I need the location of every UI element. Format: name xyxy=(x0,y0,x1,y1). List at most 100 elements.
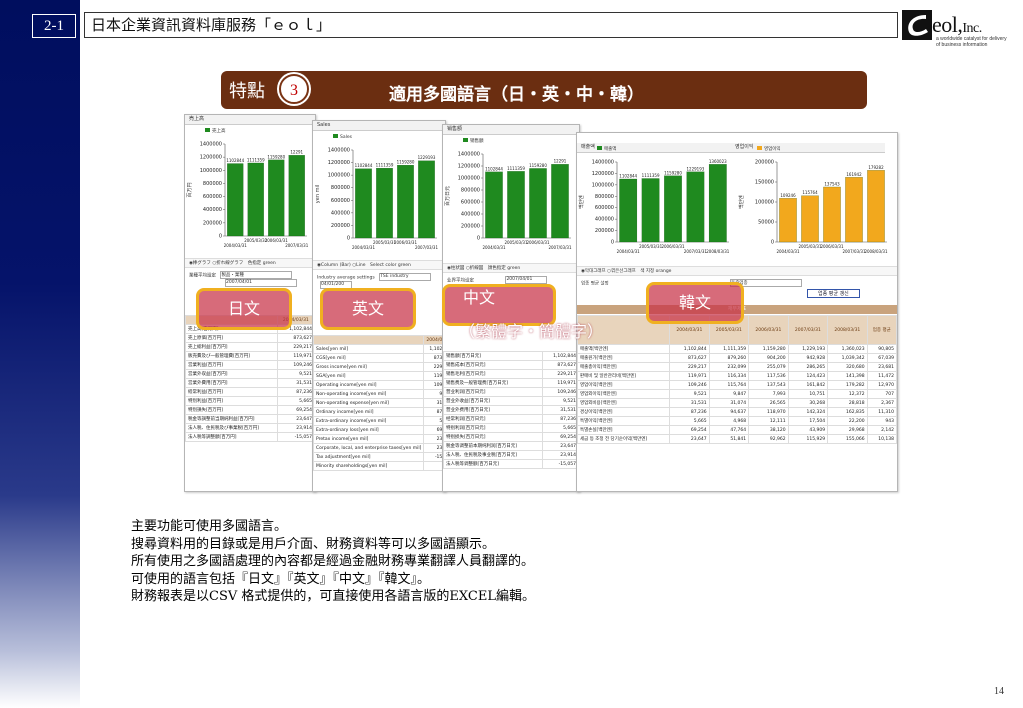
row-label: CGS[yen mil] xyxy=(313,353,425,363)
table-row: Corporate, local, and enterprise taxes[y… xyxy=(313,443,445,453)
y-tick-label: 1000000 xyxy=(328,173,350,179)
row-label: Non-operating expense[yen mil] xyxy=(313,398,425,408)
legend-swatch xyxy=(757,146,762,150)
table-row: 法人税、住民税及事业税[百万日元] 23,914 xyxy=(443,450,579,460)
cell-value: 873,627 xyxy=(669,353,710,363)
row-label: 经常利润[百万日元] xyxy=(443,414,543,424)
feature-number: 3 xyxy=(279,74,309,104)
table-row: Operating income[yen mil]109,246 xyxy=(313,380,445,390)
y-tick-label: 1200000 xyxy=(328,160,350,166)
y-tick-label: 800000 xyxy=(595,194,614,200)
cell-value: 109,246 xyxy=(276,360,315,370)
table-row: 매출원가[백만엔] 873,627 879,260 904,200 942,928 1,0… xyxy=(577,353,897,363)
table-row: 매출총이익[백만엔] 229,217 232,099 255,079 286,265 32… xyxy=(577,362,897,372)
update-average-button[interactable]: 업종 평균 갱신 xyxy=(807,289,860,298)
table-row: 매출액[백만엔] 1,102,844 1,111,359 1,159,280 1,229… xyxy=(577,344,897,354)
bar xyxy=(418,160,435,239)
y-tick-label: 800000 xyxy=(461,188,480,194)
y-tick-label: 200000 xyxy=(461,224,480,230)
y-tick-label: 1200000 xyxy=(458,164,480,170)
cell-value: 255,079 xyxy=(748,362,789,372)
cell-value: 23,914 xyxy=(541,450,579,460)
bar-chart-korean-operating: 영업이익백만엔 0 50000 100000 150000 200000 109246 200… xyxy=(738,145,888,254)
y-tick-label: 1200000 xyxy=(592,171,614,177)
cell-value: 137,543 xyxy=(748,380,789,390)
row-label: 法人税、住民税及び事業税[百万円] xyxy=(185,423,278,433)
row-label: 销售费及一般管理费[百万日元] xyxy=(443,378,543,388)
legend-swatch xyxy=(597,146,602,150)
row-label: 法人税、住民税及事业税[百万日元] xyxy=(443,450,543,460)
cell-value: 9,521 xyxy=(669,389,710,399)
row-label: 营业利润[百万日元] xyxy=(443,387,543,397)
header-title: 日本企業資訊資料庫服務「ｅｏｌ」 xyxy=(84,12,898,38)
legend-swatch xyxy=(463,138,468,142)
chart-controls[interactable]: ◉Column (Bar) ○Line Select color green xyxy=(313,260,445,270)
table-row: 税金等調整前当期純利益[百万円] 23,647 xyxy=(185,414,315,424)
cell-value: 5,665 xyxy=(276,396,315,406)
bar xyxy=(247,162,264,237)
row-label: 税金等調整前当期純利益[百万円] xyxy=(185,414,278,424)
x-tick-label: 2007/03/31 xyxy=(684,249,708,254)
y-axis-label: 백만엔 xyxy=(738,195,745,209)
cell-value: 23,647 xyxy=(541,441,579,451)
cell-value: 31,531 xyxy=(669,398,710,408)
y-tick-label: 200000 xyxy=(331,223,350,229)
cell-value: 4,968 xyxy=(708,416,750,426)
table-row: 売上原価[百万円] 873,627 xyxy=(185,333,315,343)
table-row: 営業外収益[百万円] 9,521 xyxy=(185,369,315,379)
bar xyxy=(867,170,885,243)
bar xyxy=(376,168,393,239)
cell-value: 31,531 xyxy=(541,405,579,415)
cell-value: 87,236 xyxy=(276,387,315,397)
cell-value: 2,367 xyxy=(866,398,897,408)
industry-select[interactable]: 製品・業種 xyxy=(220,271,293,279)
company-logo: eol,Inc. a worldwide catalyst for delive… xyxy=(902,8,1012,48)
x-tick-label: 2005/03/31 xyxy=(373,240,397,245)
chart-controls[interactable]: ◉柱状図 ○折線図 顔色指定 green xyxy=(443,263,579,273)
cell-value: 119,971 xyxy=(541,378,579,388)
legend-label: 売上高 xyxy=(212,127,226,134)
cell-value: 1,102,844 xyxy=(541,351,579,361)
description-line: 搜尋資料用的目錄或是用戶介面、財務資料等可以多國語顯示。 xyxy=(131,536,496,552)
cell-value: 11,310 xyxy=(866,407,897,417)
table-row: 경상이익[백만엔] 87,236 94,637 118,970 142,324 162,8… xyxy=(577,407,897,417)
cell-value: 1,102,844 xyxy=(669,344,710,354)
y-tick-label: 800000 xyxy=(331,185,350,191)
table-row: 특별이익[백만엔] 5,665 4,968 12,111 17,504 22,200 943 xyxy=(577,416,897,426)
table-row: 销售成本[百万日元] 873,627 xyxy=(443,360,579,370)
y-tick-label: 1400000 xyxy=(592,160,614,166)
cell-value: 94,637 xyxy=(708,407,750,417)
date-field[interactable]: 2007/04/01 xyxy=(225,279,297,287)
legend-swatch xyxy=(205,128,210,132)
cell-value: 87,236 xyxy=(541,414,579,424)
table-row: 销售毛利[百万日元] 229,217 xyxy=(443,369,579,379)
industry-select[interactable]: TSE industry xyxy=(379,273,432,281)
table-row: 法人税等调整额[百万日元] -15,057 xyxy=(443,459,579,469)
row-label: 영업외이익[백만엔] xyxy=(577,389,671,399)
row-label: 法人税等调整额[百万日元] xyxy=(443,459,543,469)
financial-table-chinese: 销售額[百万日元] 1,102,844 销售成本[百万日元] 873,627 销售毛利[… xyxy=(443,351,579,469)
table-row: Sales[yen mil]1,102,844 xyxy=(313,344,445,354)
form-label: 业界平均设定 xyxy=(447,278,474,284)
bar xyxy=(619,178,638,243)
data-label: 137543 xyxy=(824,181,840,186)
data-label: 179282 xyxy=(868,165,884,170)
x-tick-label: 2004/03/31 xyxy=(482,245,506,250)
table-row: 税金等调整前本期纯利润[百万日元] 23,647 xyxy=(443,441,579,451)
chart-controls[interactable]: ◉棒グラフ ○折れ線グラフ 色指定 green xyxy=(185,258,315,268)
financial-table-english: 2004/03/31 Sales[yen mil]1,102,844CGS[ye… xyxy=(313,335,445,471)
form-label: 業種平均設定 xyxy=(189,273,216,279)
row-label: SGA[yen mil] xyxy=(313,371,425,381)
table-row: 法人税等調整額[百万円] -15,057 xyxy=(185,432,315,442)
cell-value: 229,217 xyxy=(541,369,579,379)
y-tick-label: 200000 xyxy=(595,228,614,234)
cell-value: 162,835 xyxy=(827,407,868,417)
table-row: 특별손실[백만엔] 69,254 47,764 38,120 43,909 29,968 2… xyxy=(577,425,897,435)
chart-controls[interactable]: ◉막대그래프 ○꺾은선그래프 색 지정 orange xyxy=(577,266,897,276)
language-badge-chinese-subtitle: （繁體字・簡體字） xyxy=(459,322,604,341)
date-field[interactable]: 2007/04/01 xyxy=(505,276,548,284)
row-label: 販売費及び一般管理費[百万円] xyxy=(185,351,278,361)
y-axis-label: yen mil xyxy=(315,185,321,203)
bar xyxy=(686,171,705,243)
data-label: 1102844 xyxy=(485,166,503,171)
